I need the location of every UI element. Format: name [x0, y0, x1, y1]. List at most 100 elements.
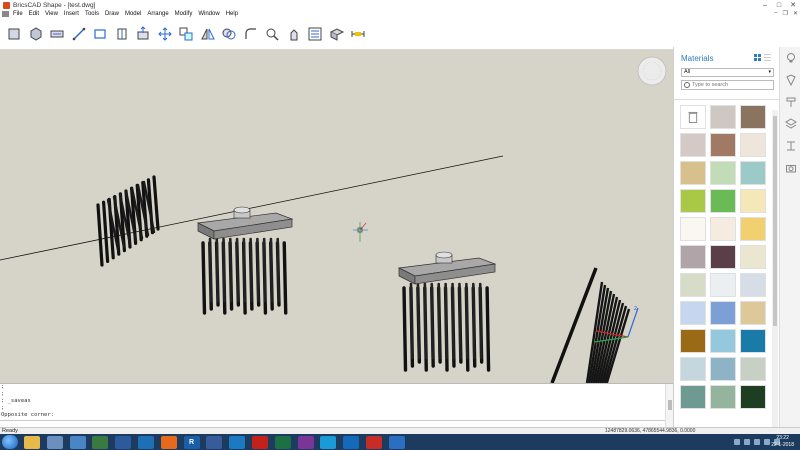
doc-minimize-button[interactable]: –: [774, 10, 777, 17]
menu-file[interactable]: File: [13, 11, 23, 17]
material-swatch[interactable]: [740, 133, 766, 157]
fillet-icon[interactable]: [243, 26, 259, 42]
line-tool-icon[interactable]: [71, 26, 87, 42]
copy-icon[interactable]: [178, 26, 194, 42]
material-swatch[interactable]: [710, 357, 736, 381]
taskbar-viewer-icon[interactable]: [206, 435, 223, 449]
taskbar-firefox-icon[interactable]: [160, 435, 177, 449]
menu-model[interactable]: Model: [125, 11, 141, 17]
start-button[interactable]: [2, 435, 18, 449]
tab-brush-icon[interactable]: [780, 91, 800, 113]
sweep-tool-icon[interactable]: [49, 26, 65, 42]
material-swatch[interactable]: [740, 273, 766, 297]
tab-structure-icon[interactable]: [780, 135, 800, 157]
menu-window[interactable]: Window: [198, 11, 219, 17]
rotate-icon[interactable]: [221, 26, 237, 42]
material-swatch[interactable]: [740, 385, 766, 409]
document-icon[interactable]: [2, 11, 9, 17]
solid-tool-icon[interactable]: [28, 26, 44, 42]
material-search-input[interactable]: Type to search: [681, 80, 774, 90]
render-icon[interactable]: [329, 26, 345, 42]
tab-camera-icon[interactable]: [780, 157, 800, 179]
properties-icon[interactable]: [307, 26, 323, 42]
material-swatch[interactable]: [740, 357, 766, 381]
menu-edit[interactable]: Edit: [29, 11, 39, 17]
push-pull-icon[interactable]: [135, 25, 151, 42]
taskbar-revit-icon[interactable]: R: [183, 435, 200, 449]
mirror-icon[interactable]: [200, 26, 216, 42]
menu-insert[interactable]: Insert: [64, 11, 79, 17]
dimension-icon[interactable]: [350, 26, 366, 42]
material-swatch[interactable]: [710, 105, 736, 129]
menu-tools[interactable]: Tools: [85, 11, 99, 17]
taskbar-bim-app-icon[interactable]: [388, 435, 405, 449]
tab-materials-icon[interactable]: [780, 69, 800, 91]
menu-draw[interactable]: Draw: [105, 11, 119, 17]
maximize-button[interactable]: □: [772, 0, 786, 10]
command-line[interactable]: ; ; ; _saveas ; Opposite corner:: [0, 383, 673, 428]
tray-icon[interactable]: [734, 439, 740, 445]
taskbar-paint-icon[interactable]: [46, 435, 63, 449]
material-swatch[interactable]: [710, 189, 736, 213]
box-tool-icon[interactable]: [6, 26, 22, 42]
material-swatch[interactable]: [710, 217, 736, 241]
material-swatch[interactable]: [710, 133, 736, 157]
close-button[interactable]: ✕: [786, 0, 800, 10]
material-swatch[interactable]: [680, 329, 706, 353]
tab-lightbulb-icon[interactable]: [780, 47, 800, 69]
materials-scrollbar[interactable]: [772, 110, 778, 427]
taskbar-photos-icon[interactable]: [69, 435, 86, 449]
taskbar-onenote-icon[interactable]: [297, 435, 314, 449]
model-viewport[interactable]: z: [0, 50, 673, 383]
move-icon[interactable]: [157, 26, 173, 42]
taskbar-chart-app-icon[interactable]: [92, 435, 109, 449]
material-swatch[interactable]: [680, 385, 706, 409]
material-swatch[interactable]: [710, 385, 736, 409]
tray-icon[interactable]: [744, 439, 750, 445]
material-swatch-global[interactable]: [680, 105, 706, 129]
taskbar-acrobat-icon[interactable]: [251, 435, 268, 449]
command-input[interactable]: [0, 420, 665, 427]
material-swatch[interactable]: [680, 161, 706, 185]
material-swatch[interactable]: [680, 245, 706, 269]
menu-arrange[interactable]: Arrange: [147, 11, 168, 17]
minimize-button[interactable]: –: [758, 0, 772, 10]
taskbar-outlook-icon[interactable]: [343, 435, 360, 449]
rectangle-tool-icon[interactable]: [92, 26, 108, 42]
material-swatch[interactable]: [740, 105, 766, 129]
material-swatch[interactable]: [740, 329, 766, 353]
doc-close-button[interactable]: ✕: [793, 10, 798, 17]
material-swatch[interactable]: [680, 133, 706, 157]
menu-help[interactable]: Help: [226, 11, 238, 17]
zoom-icon[interactable]: [264, 26, 280, 42]
material-swatch[interactable]: [710, 301, 736, 325]
material-swatch[interactable]: [680, 189, 706, 213]
material-swatch[interactable]: [740, 189, 766, 213]
material-swatch[interactable]: [680, 273, 706, 297]
doc-restore-button[interactable]: ❐: [783, 10, 788, 17]
material-swatch[interactable]: [740, 245, 766, 269]
material-filter-select[interactable]: All ▾: [681, 68, 774, 77]
pan-icon[interactable]: [286, 26, 302, 42]
scene-canvas[interactable]: z: [0, 50, 673, 383]
material-swatch[interactable]: [740, 161, 766, 185]
material-swatch[interactable]: [710, 329, 736, 353]
menu-view[interactable]: View: [45, 11, 58, 17]
tray-icon[interactable]: [754, 439, 760, 445]
list-view-icon[interactable]: [764, 54, 771, 61]
polygon-tool-icon[interactable]: [114, 26, 130, 42]
grid-view-icon[interactable]: [754, 54, 761, 61]
taskbar-skype-icon[interactable]: [320, 435, 337, 449]
material-swatch[interactable]: [740, 301, 766, 325]
tab-layers-icon[interactable]: [780, 113, 800, 135]
clock[interactable]: 23:22 22-1-2018: [771, 435, 794, 449]
taskbar-bricscad-icon[interactable]: [365, 435, 382, 449]
material-swatch[interactable]: [710, 245, 736, 269]
taskbar-explorer-icon[interactable]: [24, 435, 40, 449]
material-swatch[interactable]: [740, 217, 766, 241]
material-swatch[interactable]: [710, 273, 736, 297]
taskbar-excel-icon[interactable]: [274, 435, 291, 449]
tray-icon[interactable]: [764, 439, 770, 445]
material-swatch[interactable]: [680, 217, 706, 241]
material-swatch[interactable]: [680, 357, 706, 381]
